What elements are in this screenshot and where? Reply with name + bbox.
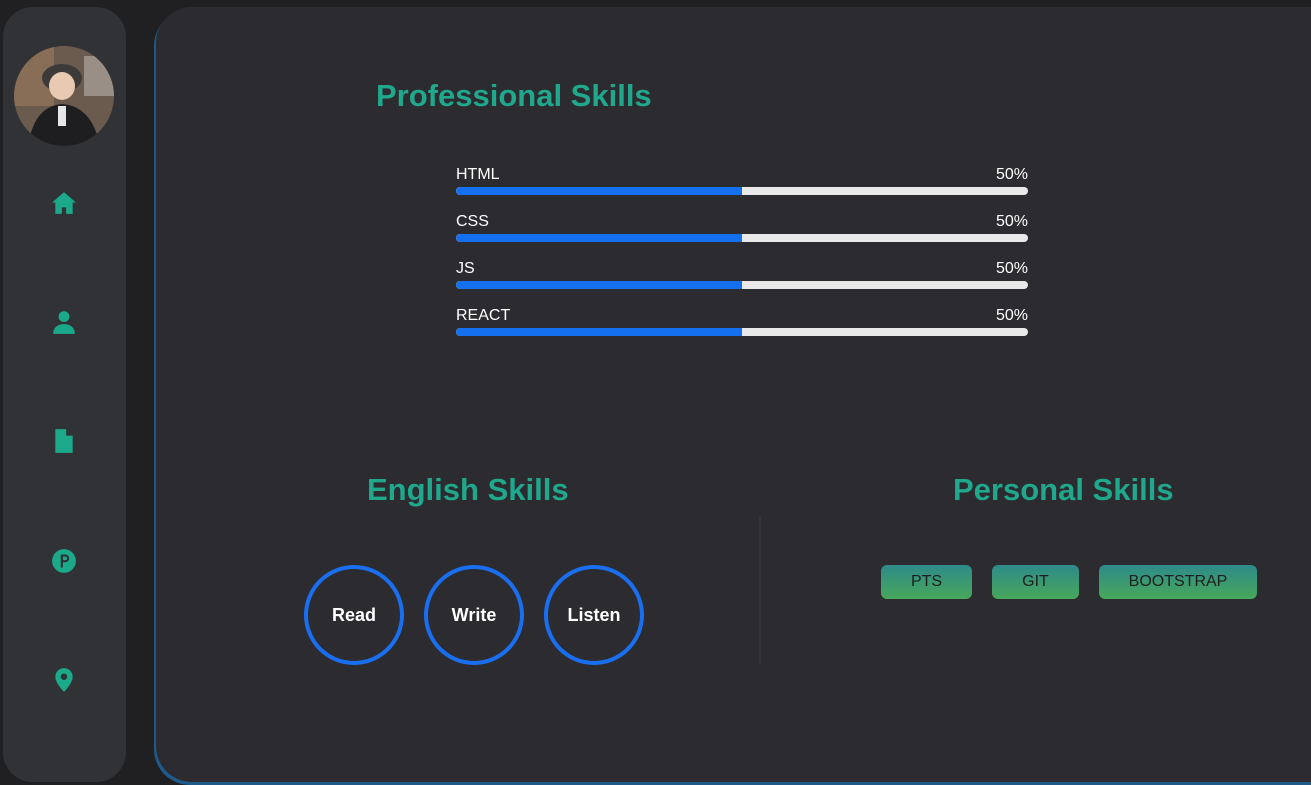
english-skill-write: Write xyxy=(424,565,524,665)
personal-skill-tag: GIT xyxy=(992,565,1079,599)
progress-bar xyxy=(456,187,1028,195)
skill-name: REACT xyxy=(456,307,511,324)
skill-row-js: JS 50% xyxy=(456,260,1028,294)
file-icon xyxy=(55,429,73,453)
section-divider xyxy=(759,517,761,664)
progress-bar xyxy=(456,328,1028,336)
progress-bar xyxy=(456,281,1028,289)
skill-name: JS xyxy=(456,260,475,277)
skill-row-html: HTML 50% xyxy=(456,166,1028,200)
personal-skill-tag: PTS xyxy=(881,565,972,599)
nav-contact[interactable] xyxy=(44,660,84,700)
skill-percent: 50% xyxy=(995,166,1028,183)
home-icon xyxy=(52,192,76,214)
nav-portfolio[interactable] xyxy=(44,541,84,581)
skill-name: HTML xyxy=(456,166,500,183)
progress-fill xyxy=(456,281,742,289)
progress-fill xyxy=(456,187,742,195)
avatar[interactable] xyxy=(14,46,114,146)
avatar-photo-icon xyxy=(14,46,114,146)
english-skills-title: English Skills xyxy=(367,472,569,507)
english-skill-listen: Listen xyxy=(544,565,644,665)
personal-skills-title: Personal Skills xyxy=(953,472,1174,507)
main-panel: Professional Skills HTML 50% CSS 50% JS … xyxy=(156,7,1311,782)
professional-skills-title: Professional Skills xyxy=(376,78,652,113)
english-skill-read: Read xyxy=(304,565,404,665)
personal-skill-tag: BOOTSTRAP xyxy=(1099,565,1257,599)
skill-name: CSS xyxy=(456,213,489,230)
parking-icon xyxy=(52,549,76,573)
user-icon xyxy=(53,311,75,334)
skill-row-css: CSS 50% xyxy=(456,213,1028,247)
skill-percent: 50% xyxy=(995,307,1028,324)
progress-bar xyxy=(456,234,1028,242)
skill-row-react: REACT 50% xyxy=(456,307,1028,341)
progress-fill xyxy=(456,234,742,242)
skill-percent: 50% xyxy=(995,260,1028,277)
nav-resume[interactable] xyxy=(44,421,84,461)
skill-percent: 50% xyxy=(995,213,1028,230)
sidebar xyxy=(3,7,126,782)
location-pin-icon xyxy=(55,668,73,692)
nav-profile[interactable] xyxy=(44,302,84,342)
progress-fill xyxy=(456,328,742,336)
nav-home[interactable] xyxy=(44,183,84,223)
